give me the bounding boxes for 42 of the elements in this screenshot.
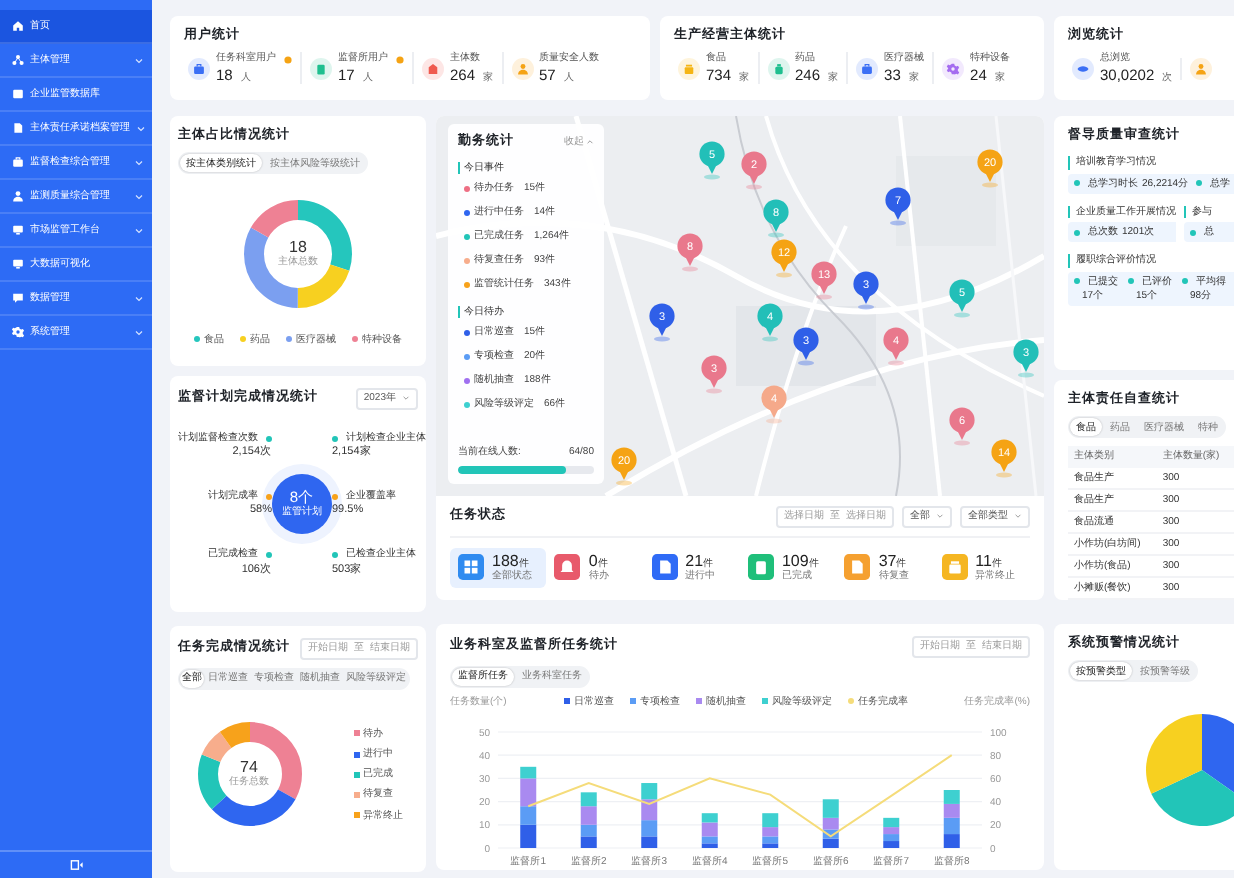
bullet-icon [1128,278,1134,285]
document-icon [12,122,24,134]
bullet-icon [1182,278,1188,285]
pie-chart [1146,710,1234,831]
case-icon [856,57,879,80]
donut-chart [193,718,305,831]
total-value: 18 [289,239,307,256]
bullet-icon [1074,180,1080,187]
collapse-icon[interactable] [69,858,83,872]
person-icon [1190,57,1213,80]
monitor-icon [12,224,24,236]
document-icon [12,88,24,100]
box-icon [678,57,700,80]
chevron-down-icon [134,55,144,65]
bullet-icon [1196,180,1203,187]
eye-icon [1072,57,1094,80]
bullet-icon [1074,278,1080,285]
chevron-down-icon [136,123,146,133]
bullet-icon [1190,229,1196,236]
briefcase-icon [188,57,210,80]
building-icon [422,57,444,80]
chart-bar [641,782,658,799]
donut-chart [240,196,356,313]
bottle-icon [767,57,790,80]
chevron-down-icon [134,191,144,201]
gear-icon [12,326,24,338]
chevron-down-icon [134,293,144,303]
gear-icon [942,57,965,80]
nodes-icon [12,54,24,66]
message-icon [12,292,24,304]
monitor-icon [12,258,24,270]
person-icon [12,190,24,202]
chevron-down-icon [134,327,144,337]
chart-bar [520,824,537,848]
chevron-down-icon [134,225,144,235]
person-icon [511,57,534,80]
home-icon [12,20,24,32]
bullet-icon [1074,229,1080,236]
briefcase-icon [12,156,24,168]
total-value: 74 [240,760,258,777]
clipboard-icon [310,57,332,80]
chevron-down-icon [134,157,144,167]
